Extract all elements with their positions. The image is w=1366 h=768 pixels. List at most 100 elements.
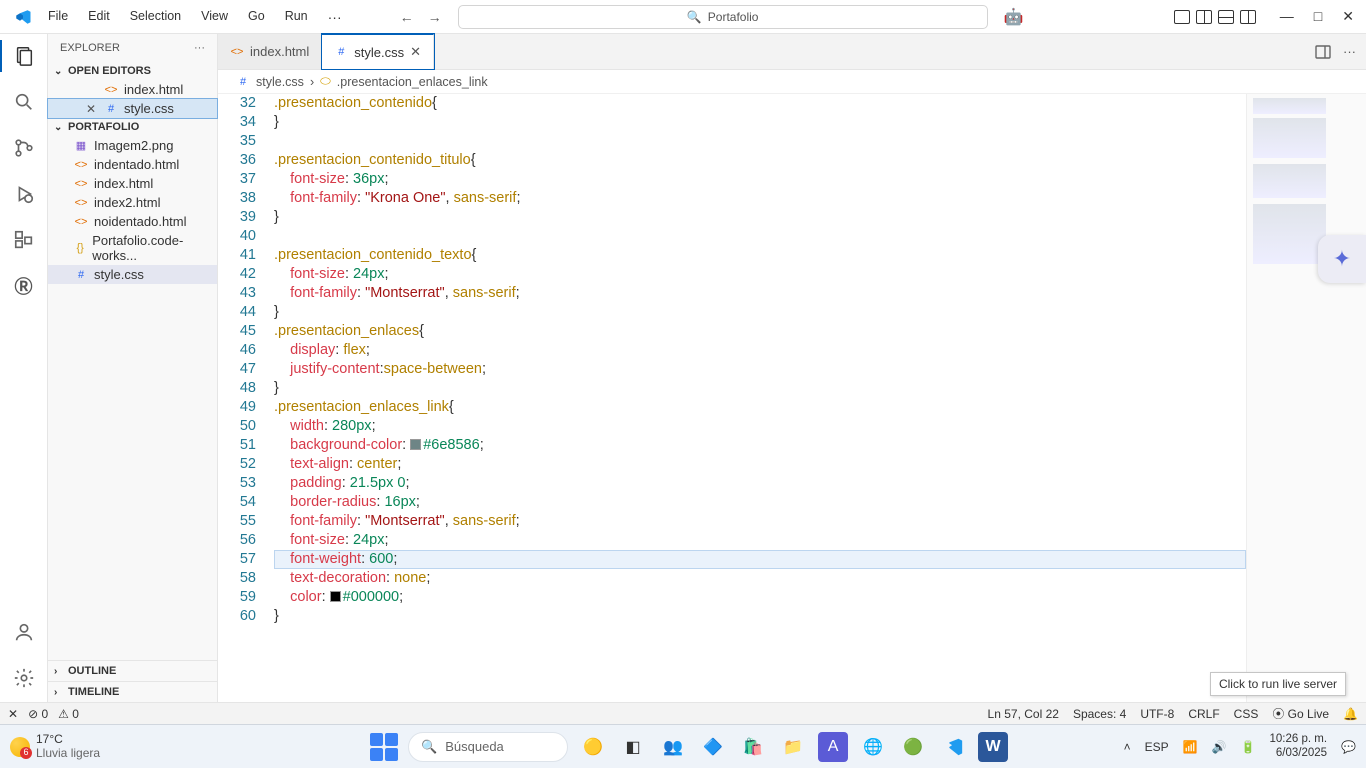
status-spaces[interactable]: Spaces: 4 xyxy=(1073,707,1126,721)
layout-sidebar-left-icon[interactable] xyxy=(1196,10,1212,24)
menu-run[interactable]: Run xyxy=(277,5,316,29)
status-remote[interactable]: ✕ xyxy=(8,707,18,721)
status-golive[interactable]: ⦿ Go Live xyxy=(1272,705,1329,722)
tray-clock[interactable]: 10:26 p. m. 6/03/2025 xyxy=(1270,733,1328,759)
code-line[interactable]: border-radius: 16px; xyxy=(274,493,1246,512)
activity-scm-icon[interactable] xyxy=(12,136,36,160)
code-line[interactable]: } xyxy=(274,303,1246,322)
tab-more-icon[interactable]: ··· xyxy=(1343,44,1356,59)
copilot-floating-icon[interactable]: ✦ xyxy=(1318,235,1366,283)
taskbar-m365-icon[interactable]: 🔷 xyxy=(698,732,728,762)
file-tree-item[interactable]: # style.css xyxy=(48,265,217,284)
file-tree-item[interactable]: {} Portafolio.code-works... xyxy=(48,231,217,265)
nav-back-icon[interactable]: ← xyxy=(400,9,414,25)
copilot-icon[interactable]: 🤖 xyxy=(1004,7,1024,27)
close-editor-icon[interactable]: ✕ xyxy=(84,102,98,116)
menu-edit[interactable]: Edit xyxy=(80,5,118,29)
taskbar-vscode-icon[interactable] xyxy=(938,732,968,762)
activity-account-icon[interactable] xyxy=(12,620,36,644)
code-line[interactable]: } xyxy=(274,607,1246,626)
menu-view[interactable]: View xyxy=(193,5,236,29)
code-line[interactable]: justify-content:space-between; xyxy=(274,360,1246,379)
code-line[interactable]: .presentacion_enlaces_link{ xyxy=(274,398,1246,417)
tray-notifications-icon[interactable]: 💬 xyxy=(1341,740,1356,754)
taskbar-taskview-icon[interactable]: ◧ xyxy=(618,732,648,762)
code-line[interactable]: padding: 21.5px 0; xyxy=(274,474,1246,493)
code-line[interactable]: font-size: 36px; xyxy=(274,170,1246,189)
tray-overflow-icon[interactable]: ˄ xyxy=(1124,740,1131,754)
file-tree-item[interactable]: <> indentado.html xyxy=(48,155,217,174)
code-line[interactable]: font-family: "Krona One", sans-serif; xyxy=(274,189,1246,208)
code-line[interactable]: font-size: 24px; xyxy=(274,265,1246,284)
taskbar-chrome-icon[interactable]: 🟢 xyxy=(898,732,928,762)
taskbar-teams-icon[interactable]: 👥 xyxy=(658,732,688,762)
command-center[interactable]: 🔍 Portafolio xyxy=(458,5,988,29)
layout-customize-icon[interactable] xyxy=(1174,10,1190,24)
breadcrumb[interactable]: # style.css › ⬭ .presentacion_enlaces_li… xyxy=(218,70,1366,94)
open-editor-item[interactable]: <> index.html xyxy=(48,80,217,99)
tray-wifi-icon[interactable]: 📶 xyxy=(1183,740,1198,754)
code-line[interactable]: .presentacion_contenido_texto{ xyxy=(274,246,1246,265)
status-encoding[interactable]: UTF-8 xyxy=(1140,707,1174,721)
tab-close-icon[interactable]: ✕ xyxy=(410,44,421,60)
code-line[interactable]: font-family: "Montserrat", sans-serif; xyxy=(274,284,1246,303)
code-line[interactable]: .presentacion_contenido_titulo{ xyxy=(274,151,1246,170)
explorer-more-icon[interactable]: ··· xyxy=(194,42,205,54)
taskbar-explorer-icon[interactable]: 📁 xyxy=(778,732,808,762)
maximize-icon[interactable]: □ xyxy=(1314,8,1322,25)
tray-volume-icon[interactable]: 🔊 xyxy=(1212,740,1227,754)
activity-debug-icon[interactable] xyxy=(12,182,36,206)
code-line[interactable]: display: flex; xyxy=(274,341,1246,360)
activity-r-icon[interactable]: Ⓡ xyxy=(12,274,36,298)
minimap[interactable] xyxy=(1246,94,1366,702)
open-editor-item-active[interactable]: ✕ # style.css xyxy=(48,99,217,118)
code-line[interactable]: } xyxy=(274,113,1246,132)
file-tree-item[interactable]: <> noidentado.html xyxy=(48,212,217,231)
taskbar-weather[interactable]: 6 17°C Lluvia ligera xyxy=(10,733,100,759)
code-line[interactable]: } xyxy=(274,208,1246,227)
status-eol[interactable]: CRLF xyxy=(1188,707,1219,721)
file-tree-item[interactable]: <> index.html xyxy=(48,174,217,193)
outline-section[interactable]: ›OUTLINE xyxy=(48,660,217,681)
code-line[interactable]: font-family: "Montserrat", sans-serif; xyxy=(274,512,1246,531)
nav-forward-icon[interactable]: → xyxy=(428,9,442,25)
taskbar-store-icon[interactable]: 🛍️ xyxy=(738,732,768,762)
code-line[interactable]: font-size: 24px; xyxy=(274,531,1246,550)
layout-panel-icon[interactable] xyxy=(1218,10,1234,24)
code-line[interactable] xyxy=(274,132,1246,151)
menu-selection[interactable]: Selection xyxy=(122,5,189,29)
menu-file[interactable]: File xyxy=(40,5,76,29)
status-bell-icon[interactable]: 🔔 xyxy=(1343,707,1358,721)
file-tree-item[interactable]: ▦ Imagem2.png xyxy=(48,136,217,155)
code-line[interactable]: .presentacion_contenido{ xyxy=(274,94,1246,113)
status-cursor[interactable]: Ln 57, Col 22 xyxy=(988,707,1059,721)
taskbar-word-icon[interactable]: W xyxy=(978,732,1008,762)
file-tree-item[interactable]: <> index2.html xyxy=(48,193,217,212)
split-editor-icon[interactable] xyxy=(1315,45,1331,59)
close-icon[interactable]: ✕ xyxy=(1342,8,1354,25)
tray-lang[interactable]: ESP xyxy=(1145,740,1169,754)
code-line[interactable]: } xyxy=(274,379,1246,398)
menu-go[interactable]: Go xyxy=(240,5,273,29)
activity-extensions-icon[interactable] xyxy=(12,228,36,252)
code-line[interactable]: color: #000000; xyxy=(274,588,1246,607)
activity-explorer-icon[interactable] xyxy=(12,44,36,68)
start-button-icon[interactable] xyxy=(370,733,398,761)
code-line[interactable]: background-color: #6e8586; xyxy=(274,436,1246,455)
taskbar-edge-icon[interactable]: 🌐 xyxy=(858,732,888,762)
code-line[interactable]: font-weight: 600; xyxy=(274,550,1246,569)
code-content[interactable]: .presentacion_contenido{} .presentacion_c… xyxy=(274,94,1246,702)
tab-index-html[interactable]: <> index.html xyxy=(218,34,322,69)
minimize-icon[interactable]: — xyxy=(1280,8,1294,25)
taskbar-search[interactable]: 🔍 Búsqueda xyxy=(408,732,568,762)
activity-settings-icon[interactable] xyxy=(12,666,36,690)
timeline-section[interactable]: ›TIMELINE xyxy=(48,681,217,702)
status-language[interactable]: CSS xyxy=(1234,707,1259,721)
menu-more[interactable]: ··· xyxy=(320,5,350,29)
status-warnings[interactable]: ⚠ 0 xyxy=(58,707,79,721)
code-line[interactable] xyxy=(274,227,1246,246)
activity-search-icon[interactable] xyxy=(12,90,36,114)
code-line[interactable]: width: 280px; xyxy=(274,417,1246,436)
code-line[interactable]: .presentacion_enlaces{ xyxy=(274,322,1246,341)
code-line[interactable]: text-align: center; xyxy=(274,455,1246,474)
